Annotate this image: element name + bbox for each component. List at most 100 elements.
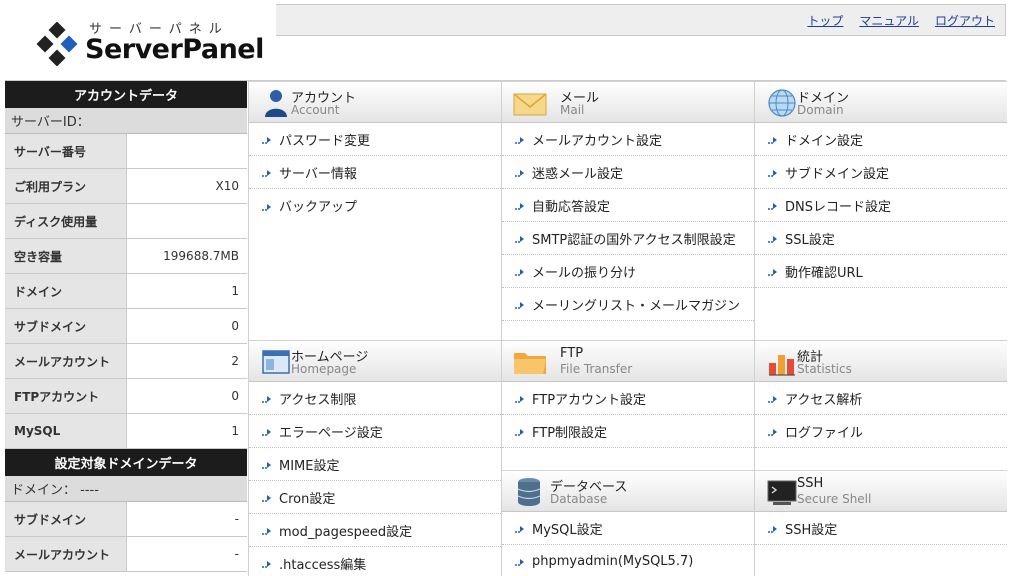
menu-item-spam[interactable]: 迷惑メール設定 (502, 156, 754, 189)
menu-item-password[interactable]: パスワード変更 (249, 123, 501, 156)
arrow-icon (262, 495, 271, 502)
database-icon (517, 478, 541, 506)
menu-item-error-page[interactable]: エラーページ設定 (249, 415, 501, 448)
menu-item-dns[interactable]: DNSレコード設定 (755, 189, 1007, 222)
logout-link[interactable]: ログアウト (935, 12, 995, 29)
domain-menu: ドメイン設定 サブドメイン設定 DNSレコード設定 SSL設定 動作確認URL (755, 123, 1007, 288)
info-row: サブドメイン 0 (5, 309, 247, 344)
info-label: 空き容量 (5, 239, 127, 273)
header-links: トップ マニュアル ログアウト (807, 12, 995, 29)
info-row: サブドメイン - (5, 502, 247, 537)
chart-icon (769, 355, 795, 376)
person-icon (265, 90, 287, 117)
section-subtitle: Account (291, 103, 340, 117)
info-value: - (127, 502, 247, 536)
sidebar: アカウントデータ サーバーID： サーバー番号 ご利用プラン X10 ディスク使… (5, 81, 247, 576)
menu-item-phpmyadmin[interactable]: phpmyadmin(MySQL5.7) (502, 545, 754, 576)
menu-item-label: SSL設定 (785, 232, 835, 248)
info-value: 0 (127, 309, 247, 343)
menu-item-test-url[interactable]: 動作確認URL (755, 255, 1007, 288)
info-row: サーバー番号 (5, 134, 247, 169)
menu-item-label: アクセス制限 (279, 392, 357, 408)
menu-item-label: .htaccess編集 (279, 557, 367, 573)
folder-icon (514, 353, 546, 374)
logo[interactable]: サーバーパネル ServerPanel (5, 4, 275, 81)
arrow-icon (262, 528, 271, 535)
arrow-icon (768, 429, 777, 436)
menu-item-mysql[interactable]: MySQL設定 (502, 512, 754, 545)
menu-item-smtp-restrict[interactable]: SMTP認証の国外アクセス制限設定 (502, 222, 754, 255)
menu-item-htaccess[interactable]: .htaccess編集 (249, 547, 501, 576)
globe-icon (768, 89, 796, 117)
arrow-icon (768, 203, 777, 210)
info-label: ご利用プラン (5, 169, 127, 203)
menu-item-pagespeed[interactable]: mod_pagespeed設定 (249, 514, 501, 547)
menu-item-cron[interactable]: Cron設定 (249, 481, 501, 514)
arrow-icon (515, 203, 524, 210)
arrow-icon (262, 429, 271, 436)
info-value (127, 134, 247, 168)
menu-item-label: 自動応答設定 (532, 199, 611, 215)
database-menu: MySQL設定 phpmyadmin(MySQL5.7) (502, 512, 754, 576)
menu-item-auto-reply[interactable]: 自動応答設定 (502, 189, 754, 222)
menu-item-log-file[interactable]: ログファイル (755, 415, 1007, 448)
menu-item-label: FTPアカウント設定 (532, 392, 647, 408)
envelope-icon (513, 93, 547, 116)
menu-item-label: Cron設定 (279, 491, 336, 507)
info-row: ディスク使用量 (5, 204, 247, 239)
server-id-label: サーバーID： (5, 108, 247, 134)
info-value: X10 (127, 169, 247, 203)
section-subtitle: Statistics (797, 362, 852, 376)
info-label: サーバー番号 (5, 134, 127, 168)
menu-item-backup[interactable]: バックアップ (249, 189, 501, 222)
arrow-icon (768, 170, 777, 177)
server-panel: サーバーパネル ServerPanel トップ マニュアル ログアウト アカウン… (0, 0, 1009, 576)
section-subtitle: File Transfer (560, 362, 633, 376)
info-row: FTPアカウント 0 (5, 379, 247, 414)
info-label: メールアカウント (5, 537, 127, 571)
arrow-icon (262, 170, 271, 177)
menu-item-subdomain[interactable]: サブドメイン設定 (755, 156, 1007, 189)
logo-name: ServerPanel (85, 34, 264, 65)
menu-item-mail-filter[interactable]: メールの振り分け (502, 255, 754, 288)
menu-item-label: アクセス解析 (785, 392, 863, 408)
menu-item-label: phpmyadmin(MySQL5.7) (532, 553, 694, 569)
arrow-icon (768, 137, 777, 144)
menu-item-ftp-account[interactable]: FTPアカウント設定 (502, 382, 754, 415)
section-subtitle: Domain (797, 103, 844, 117)
menu-item-ftp-restrict[interactable]: FTP制限設定 (502, 415, 754, 448)
menu-item-label: MySQL設定 (532, 522, 603, 538)
menu-item-mail-account[interactable]: メールアカウント設定 (502, 123, 754, 156)
menu-item-ssl[interactable]: SSL設定 (755, 222, 1007, 255)
menu-item-label: 迷惑メール設定 (532, 166, 624, 182)
menu-item-access-limit[interactable]: アクセス制限 (249, 382, 501, 415)
info-value (127, 204, 247, 238)
menu-item-label: メールの振り分け (532, 265, 637, 281)
menu-item-label: サーバー情報 (279, 166, 357, 182)
menu-item-server-info[interactable]: サーバー情報 (249, 156, 501, 189)
stats-menu: アクセス解析 ログファイル (755, 382, 1007, 448)
menu-item-mime[interactable]: MIME設定 (249, 448, 501, 481)
menu-item-mailing-list[interactable]: メーリングリスト・メールマガジン (502, 288, 754, 321)
menu-item-label: MIME設定 (279, 458, 340, 474)
menu-item-label: メールアカウント設定 (532, 133, 663, 149)
info-value: 1 (127, 274, 247, 308)
section-subtitle: Secure Shell (797, 492, 872, 506)
logo-mark-icon (36, 22, 78, 66)
arrow-icon (515, 170, 524, 177)
arrow-icon (262, 203, 271, 211)
menu-item-domain-settings[interactable]: ドメイン設定 (755, 123, 1007, 156)
section-subtitle: Database (550, 492, 608, 506)
manual-link[interactable]: マニュアル (859, 12, 919, 29)
info-row: メールアカウント 2 (5, 344, 247, 379)
arrow-icon (768, 236, 777, 243)
arrow-icon (515, 269, 524, 276)
menu-grid: アカウント Account パスワード変更 サーバー情報 バックアップ ホームペ… (248, 81, 1007, 576)
menu-item-ssh-settings[interactable]: SSH設定 (755, 512, 1007, 545)
arrow-icon (768, 269, 777, 276)
menu-item-access-analysis[interactable]: アクセス解析 (755, 382, 1007, 415)
section-header-account: アカウント Account (249, 81, 501, 123)
top-link[interactable]: トップ (807, 12, 843, 29)
ssh-menu: SSH設定 (755, 512, 1007, 545)
arrow-icon (515, 429, 524, 436)
